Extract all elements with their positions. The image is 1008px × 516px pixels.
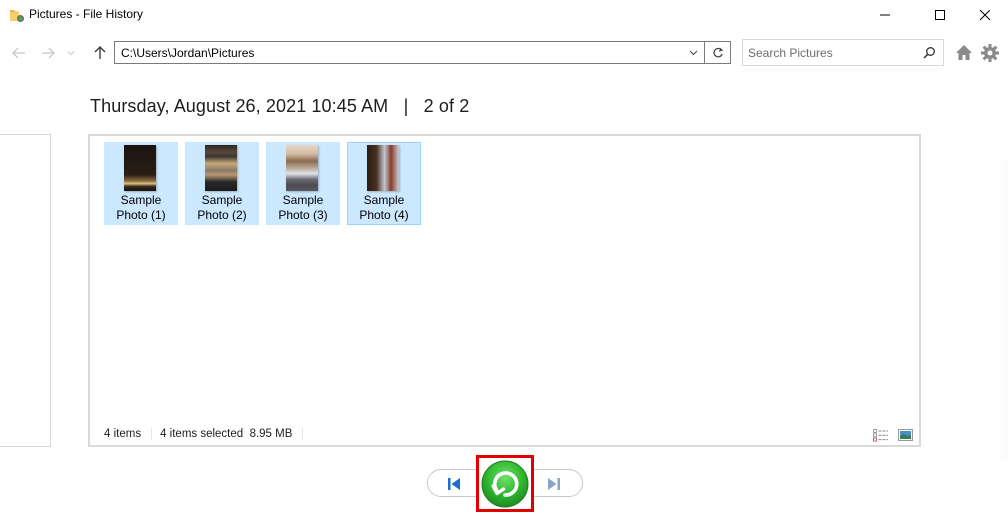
minimize-button[interactable] [862,0,908,30]
file-label: Sample Photo (2) [197,193,247,222]
forward-button[interactable] [37,42,59,64]
file-item[interactable]: Sample Photo (1) [104,142,178,225]
file-label: Sample Photo (1) [116,193,166,222]
arrow-left-icon [12,47,25,59]
version-position: 2 of 2 [423,96,470,116]
file-label: Sample Photo (3) [278,193,328,222]
refresh-button[interactable] [704,42,730,63]
file-grid: Sample Photo (1) Sample Photo (2) Sample Ph… [104,142,421,225]
search-box[interactable] [742,39,944,66]
file-label: Sample Photo (4) [359,193,409,222]
details-view-icon [873,428,888,442]
back-button[interactable] [8,42,30,64]
chevron-down-icon [67,51,75,56]
minimize-icon [880,14,890,16]
maximize-icon [935,10,945,20]
home-button[interactable] [954,43,974,63]
item-count: 4 items [104,428,142,440]
search-icon[interactable] [921,45,937,61]
restore-icon [481,460,529,507]
next-version-panel [995,160,1008,460]
close-button[interactable] [962,0,1008,30]
file-item[interactable]: Sample Photo (2) [185,142,259,225]
close-icon [980,10,990,20]
arrow-right-icon [42,47,55,59]
home-icon [956,45,972,60]
status-divider [302,428,304,440]
maximize-button[interactable] [917,0,963,30]
photo-thumbnail [205,145,237,191]
title-bar: Pictures - File History [0,0,1008,30]
recent-locations-button[interactable] [64,42,78,64]
next-version-button[interactable] [545,476,565,492]
gear-icon [981,44,999,62]
version-header: Thursday, August 26, 2021 10:45 AM | 2 o… [90,96,469,117]
folder-history-icon [9,7,25,23]
previous-version-button[interactable] [444,476,464,492]
previous-version-panel[interactable] [0,134,51,447]
view-mode-toggle [873,428,913,442]
up-button[interactable] [89,42,111,64]
details-view-button[interactable] [873,428,889,442]
status-divider [151,428,153,440]
photo-thumbnail [286,145,318,191]
header-separator: | [403,96,409,116]
large-icons-view-button[interactable] [897,428,913,442]
photo-thumbnail [124,145,156,191]
status-bar: 4 items 4 items selected 8.95 MB [104,428,304,440]
file-item[interactable]: Sample Photo (3) [266,142,340,225]
selection-info: 4 items selected 8.95 MB [160,428,293,440]
skip-next-icon [548,478,560,490]
address-path[interactable]: C:\Users\Jordan\Pictures [121,46,254,60]
arrow-up-icon [94,46,106,59]
file-item[interactable]: Sample Photo (4) [347,142,421,225]
photo-thumbnail [367,145,399,191]
search-input[interactable] [748,45,913,61]
window-title: Pictures - File History [29,7,144,21]
refresh-icon [712,47,723,57]
restore-button[interactable] [478,457,532,510]
address-dropdown-button[interactable] [683,42,703,63]
navigation-bar: C:\Users\Jordan\Pictures [0,38,1008,68]
settings-button[interactable] [980,43,1000,63]
file-view-panel: Sample Photo (1) Sample Photo (2) Sample Ph… [88,134,921,447]
skip-previous-icon [448,478,460,490]
address-bar[interactable]: C:\Users\Jordan\Pictures [114,41,731,64]
version-date: Thursday, August 26, 2021 10:45 AM [90,96,389,116]
large-icons-view-icon [897,429,913,441]
chevron-down-icon [689,50,697,55]
